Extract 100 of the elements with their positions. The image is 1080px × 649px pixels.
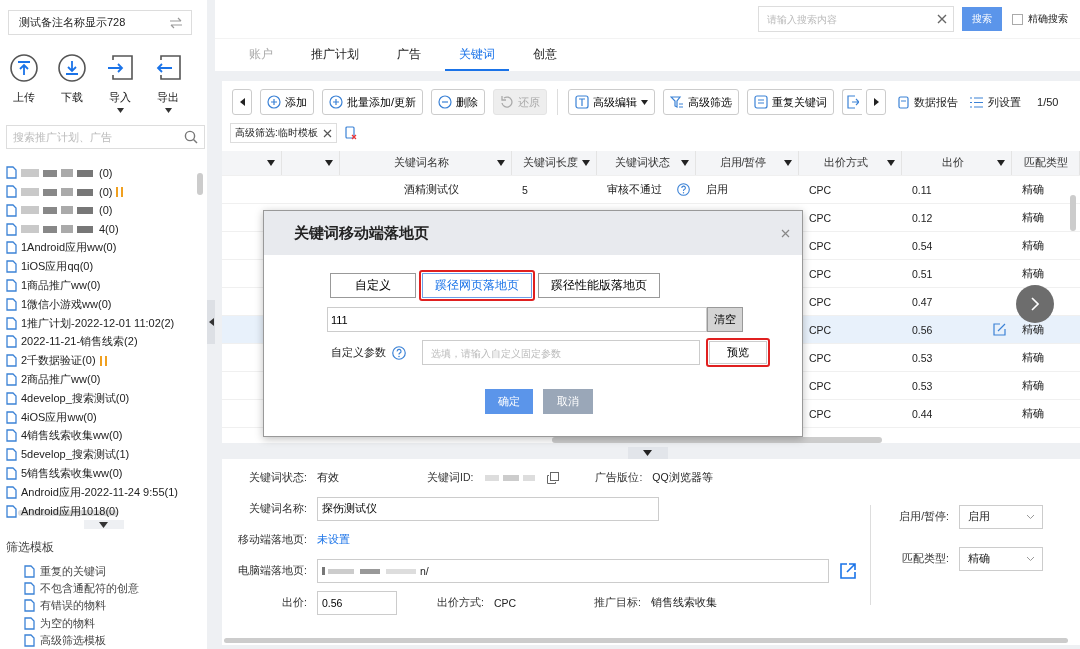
link[interactable]: 未设置 — [317, 533, 350, 547]
toolbar-link[interactable]: 数据报告 — [898, 94, 959, 110]
sort-icon[interactable] — [582, 160, 590, 166]
sort-icon[interactable] — [325, 160, 333, 166]
scrollbar[interactable] — [197, 173, 203, 196]
chevron-icon — [1031, 297, 1039, 311]
sort-icon[interactable] — [267, 160, 275, 166]
close-icon[interactable] — [322, 128, 332, 138]
url-field[interactable]: 111 — [327, 307, 707, 332]
column-header[interactable]: 关键词长度 — [512, 151, 597, 175]
column-header[interactable]: 匹配类型 — [1012, 151, 1080, 175]
plan-item[interactable]: 1商品推广ww(0) — [21, 278, 101, 294]
action-label[interactable]: 上传 — [13, 90, 35, 106]
toolbar-button[interactable]: 高级筛选 — [663, 89, 740, 115]
clear-icon[interactable] — [937, 14, 947, 24]
name-field[interactable]: 探伤测试仪 — [317, 497, 659, 521]
toolbar-button[interactable]: 批量添加/更新 — [322, 89, 424, 115]
preview-button[interactable]: 预览 — [709, 341, 767, 364]
plan-item[interactable]: 2商品推广ww(0) — [21, 372, 101, 388]
tab[interactable]: 推广计划 — [297, 39, 373, 71]
segment-button[interactable]: 蹊径性能版落地页 — [538, 273, 660, 298]
collapse-handle[interactable] — [627, 447, 668, 459]
file-icon — [6, 429, 17, 443]
toolbar-button[interactable]: 重复关键词 — [747, 89, 835, 115]
plan-item[interactable]: 4iOS应用ww(0) — [21, 409, 97, 425]
edit-icon[interactable] — [993, 323, 1006, 336]
column-header[interactable]: 关键词状态 — [597, 151, 696, 175]
template-item[interactable]: 为空的物料 — [40, 615, 95, 631]
plan-item[interactable]: 1微信小游戏ww(0) — [21, 296, 112, 312]
column-header[interactable]: 关键词名称 — [340, 151, 512, 175]
column-header[interactable]: 启用/暂停 — [696, 151, 799, 175]
scroll-right-button[interactable] — [866, 89, 887, 115]
template-item[interactable]: 重复的关键词 — [40, 563, 106, 579]
toolbar-button[interactable]: 添加 — [260, 89, 314, 115]
file-icon — [6, 279, 17, 293]
help-icon[interactable] — [392, 345, 406, 360]
param-field[interactable]: 选填，请输入自定义固定参数 — [422, 340, 700, 365]
copy-icon[interactable] — [547, 472, 560, 484]
upload-icon[interactable] — [9, 53, 39, 84]
caret-icon[interactable] — [116, 108, 124, 114]
tab[interactable]: 广告 — [383, 39, 435, 71]
plan-item[interactable]: 1Android应用ww(0) — [21, 240, 117, 256]
clear-filter-icon[interactable] — [344, 126, 357, 140]
plan-item[interactable]: Android应用-2022-11-24 9:55(1) — [21, 484, 178, 500]
caret-icon[interactable] — [164, 108, 172, 114]
toolbar-button[interactable]: 高级编辑 — [568, 89, 656, 115]
segment-button[interactable]: 自定义 — [330, 273, 416, 298]
collapse-handle[interactable] — [207, 300, 215, 344]
plan-item[interactable]: 5销售线索收集ww(0) — [21, 466, 123, 482]
plan-item[interactable]: 4销售线索收集ww(0) — [21, 428, 123, 444]
sort-icon[interactable] — [887, 160, 895, 166]
search-field[interactable]: 搜索推广计划、广告 — [6, 125, 205, 150]
file-icon — [6, 504, 17, 518]
plan-item[interactable]: (0) — [99, 185, 113, 198]
dropdown[interactable]: 启用 — [959, 505, 1043, 529]
sort-icon[interactable] — [681, 160, 689, 166]
dropdown[interactable]: 精确 — [959, 547, 1043, 571]
action-label[interactable]: 导入 — [109, 90, 131, 106]
clear-button[interactable]: 清空 — [707, 307, 743, 332]
sort-icon[interactable] — [784, 160, 792, 166]
collapse-handle[interactable] — [83, 520, 124, 530]
account-switcher[interactable]: 测试备注名称显示728 — [8, 10, 192, 36]
scroll-left-button[interactable] — [232, 89, 252, 115]
action-label[interactable]: 下载 — [61, 90, 83, 106]
plan-item[interactable]: (0) — [99, 166, 113, 179]
plan-item[interactable]: 5develop_搜索测试(1) — [21, 447, 130, 463]
plan-item[interactable]: 2022-11-21-销售线索(2) — [21, 334, 138, 350]
template-item[interactable]: 不包含通配符的创意 — [40, 580, 139, 596]
sort-icon[interactable] — [997, 160, 1005, 166]
plan-item[interactable]: 2千数据验证(0) — [21, 353, 96, 369]
search-field[interactable]: 请输入搜索内容 — [758, 6, 954, 32]
scrollbar[interactable] — [224, 638, 1068, 643]
scrollbar[interactable] — [1070, 195, 1076, 231]
help-icon[interactable] — [677, 183, 690, 196]
scrollbar[interactable] — [552, 437, 882, 443]
field-value: QQ浏览器等 — [652, 471, 713, 485]
plan-item[interactable]: 1iOS应用qq(0) — [21, 259, 94, 275]
plan-item[interactable]: (0) — [99, 204, 113, 217]
table-row[interactable]: 酒精测试仪 5 审核不通过 启用 CPC 0.11 精确 — [222, 176, 1080, 204]
action-label[interactable]: 导出 — [157, 90, 179, 106]
segment-button[interactable]: 蹊径网页落地页 — [422, 273, 532, 298]
column-header[interactable]: 出价方式 — [799, 151, 902, 175]
plan-item[interactable]: Android应用1018(0) — [21, 503, 119, 519]
toolbar-link[interactable]: 列设置 — [970, 94, 1022, 110]
toolbar-button[interactable]: 删除 — [431, 89, 486, 115]
template-item[interactable]: 有错误的物料 — [40, 598, 106, 614]
bid-field[interactable]: 0.56 — [317, 591, 397, 615]
plan-item[interactable]: 1推广计划-2022-12-01 11:02(2) — [21, 315, 175, 331]
plan-item[interactable]: 4(0) — [99, 223, 119, 236]
sort-icon[interactable] — [497, 160, 505, 166]
checkbox-label[interactable]: 精确搜索 — [1028, 12, 1068, 26]
url-field[interactable]: n/ — [317, 559, 829, 583]
download-icon[interactable] — [57, 53, 87, 84]
template-item[interactable]: 高级筛选模板 — [40, 632, 106, 648]
column-header[interactable]: 出价 — [902, 151, 1012, 175]
tab[interactable]: 关键词 — [445, 39, 509, 71]
open-link-icon[interactable] — [839, 562, 857, 580]
checkbox[interactable] — [1012, 13, 1023, 25]
tab[interactable]: 创意 — [519, 39, 571, 71]
plan-item[interactable]: 4develop_搜索测试(0) — [21, 390, 130, 406]
